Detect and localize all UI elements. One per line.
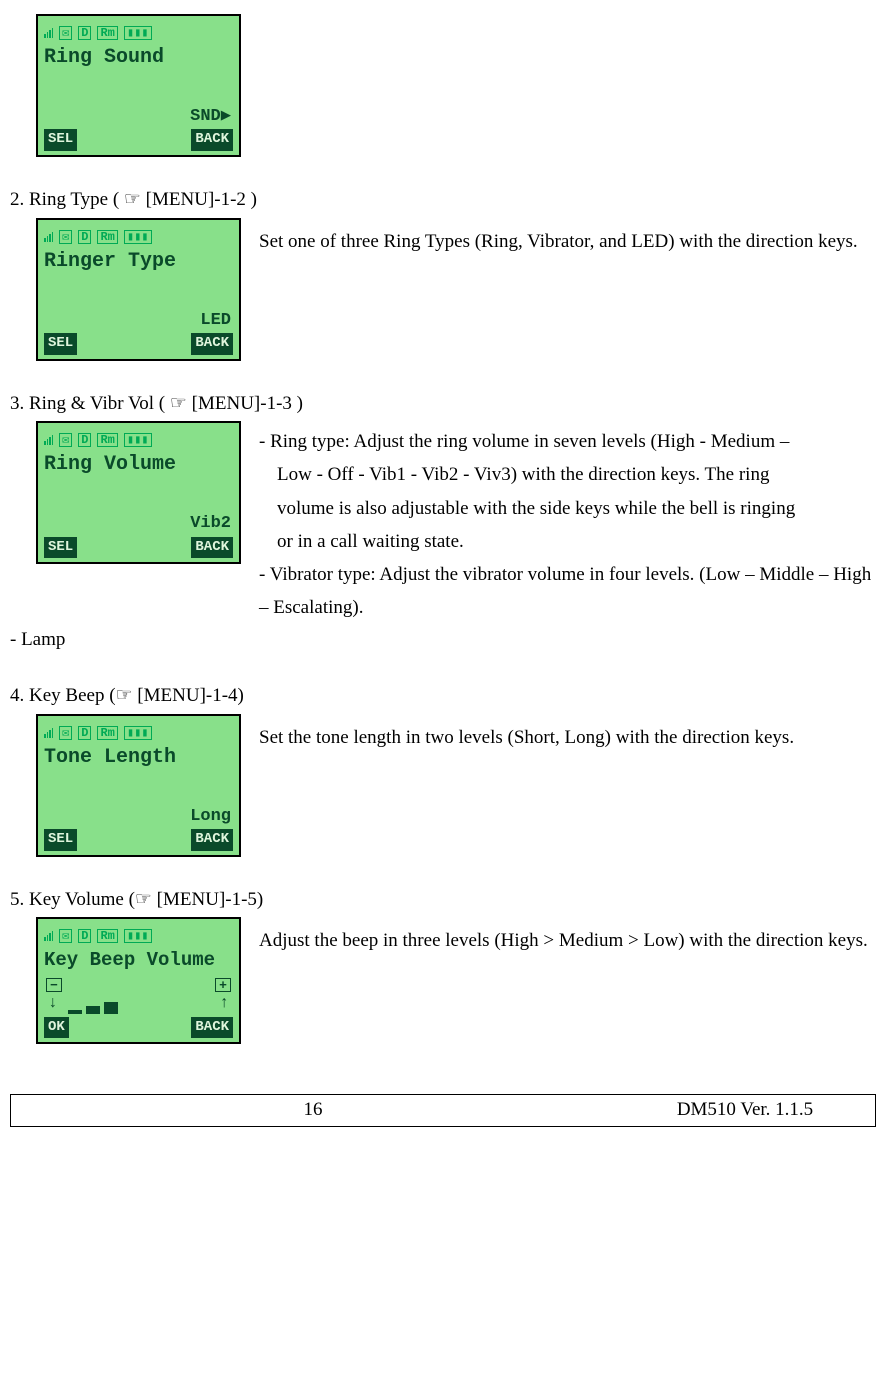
down-arrow-icon: ↓ xyxy=(48,992,58,1014)
lcd-title: Ringer Type xyxy=(44,248,233,276)
mail-icon: ✉ xyxy=(59,726,72,740)
rm-icon: Rm xyxy=(97,433,117,447)
minus-icon: − xyxy=(46,978,62,992)
volume-slider-row: − + xyxy=(44,978,233,992)
rm-icon: Rm xyxy=(97,726,117,740)
desc-line: Low - Off - Vib1 - Vib2 - Viv3) with the… xyxy=(259,458,876,491)
lcd-title: Ring Sound xyxy=(44,44,233,72)
lcd-right-btn: BACK xyxy=(191,829,233,851)
heading-ring-vibr-vol: 3. Ring & Vibr Vol ( ☞ [MENU]-1-3 ) xyxy=(10,391,876,418)
heading-ring-type: 2. Ring Type ( ☞ [MENU]-1-2 ) xyxy=(10,187,876,214)
lcd-value: Long xyxy=(190,805,231,829)
lcd-left-btn: SEL xyxy=(44,537,77,559)
heading-key-beep: 4. Key Beep (☞ [MENU]-1-4) xyxy=(10,683,876,710)
lcd-status-row: ✉ D Rm ▮▮▮ xyxy=(44,24,233,42)
lcd-left-btn: OK xyxy=(44,1017,69,1039)
desc-line: volume is also adjustable with the side … xyxy=(259,492,876,525)
lcd-key-beep-volume: ✉ D Rm ▮▮▮ Key Beep Volume − + ↓ ↑ OK BA… xyxy=(36,917,241,1044)
battery-icon: ▮▮▮ xyxy=(124,726,152,740)
signal-icon xyxy=(44,435,53,445)
volume-bars xyxy=(68,1002,210,1014)
lcd-ringer-type: ✉ D Rm ▮▮▮ Ringer Type LED SEL BACK xyxy=(36,218,241,361)
signal-icon xyxy=(44,931,53,941)
lcd-ring-volume: ✉ D Rm ▮▮▮ Ring Volume Vib2 SEL BACK xyxy=(36,421,241,564)
lcd-value: Vib2 xyxy=(190,512,231,536)
lcd-status-row: ✉ D Rm ▮▮▮ xyxy=(44,927,233,945)
d-icon: D xyxy=(78,929,91,943)
battery-icon: ▮▮▮ xyxy=(124,230,152,244)
key-beep-description: Set the tone length in two levels (Short… xyxy=(259,714,876,758)
signal-icon xyxy=(44,28,53,38)
signal-icon xyxy=(44,728,53,738)
rm-icon: Rm xyxy=(97,230,117,244)
lcd-status-row: ✉ D Rm ▮▮▮ xyxy=(44,431,233,449)
page-footer: 16 DM510 Ver. 1.1.5 xyxy=(10,1094,876,1127)
mail-icon: ✉ xyxy=(59,230,72,244)
lcd-status-row: ✉ D Rm ▮▮▮ xyxy=(44,228,233,246)
ring-type-description: Set one of three Ring Types (Ring, Vibra… xyxy=(259,218,876,262)
lcd-title: Key Beep Volume xyxy=(44,947,233,974)
lcd-title: Ring Volume xyxy=(44,451,233,479)
lcd-value: SND▶ xyxy=(190,105,231,129)
mail-icon: ✉ xyxy=(59,26,72,40)
lcd-status-row: ✉ D Rm ▮▮▮ xyxy=(44,724,233,742)
doc-version: DM510 Ver. 1.1.5 xyxy=(615,1095,875,1126)
rm-icon: Rm xyxy=(97,26,117,40)
lcd-right-btn: BACK xyxy=(191,129,233,151)
mail-icon: ✉ xyxy=(59,929,72,943)
desc-line: - Ring type: Adjust the ring volume in s… xyxy=(259,431,789,452)
key-volume-description: Adjust the beep in three levels (High > … xyxy=(259,917,876,961)
lamp-text: - Lamp xyxy=(10,627,876,654)
d-icon: D xyxy=(78,726,91,740)
up-arrow-icon: ↑ xyxy=(219,992,229,1014)
lcd-left-btn: SEL xyxy=(44,129,77,151)
rm-icon: Rm xyxy=(97,929,117,943)
heading-key-volume: 5. Key Volume (☞ [MENU]-1-5) xyxy=(10,887,876,914)
d-icon: D xyxy=(78,230,91,244)
lcd-tone-length: ✉ D Rm ▮▮▮ Tone Length Long SEL BACK xyxy=(36,714,241,857)
lcd-ring-sound: ✉ D Rm ▮▮▮ Ring Sound SND▶ SEL BACK xyxy=(36,14,241,157)
lcd-right-btn: BACK xyxy=(191,333,233,355)
desc-line: or in a call waiting state. xyxy=(259,525,876,558)
battery-icon: ▮▮▮ xyxy=(124,433,152,447)
d-icon: D xyxy=(78,433,91,447)
lcd-right-btn: BACK xyxy=(191,1017,233,1039)
volume-bars-row: ↓ ↑ xyxy=(44,992,233,1014)
battery-icon: ▮▮▮ xyxy=(124,929,152,943)
desc-line: - Vibrator type: Adjust the vibrator vol… xyxy=(259,564,871,618)
signal-icon xyxy=(44,232,53,242)
d-icon: D xyxy=(78,26,91,40)
lcd-left-btn: SEL xyxy=(44,333,77,355)
lcd-title: Tone Length xyxy=(44,744,233,772)
lcd-right-btn: BACK xyxy=(191,537,233,559)
page-number: 16 xyxy=(11,1095,615,1126)
battery-icon: ▮▮▮ xyxy=(124,26,152,40)
lcd-value: LED xyxy=(200,309,231,333)
lcd-left-btn: SEL xyxy=(44,829,77,851)
plus-icon: + xyxy=(215,978,231,992)
ring-vibr-description: - Ring type: Adjust the ring volume in s… xyxy=(259,421,876,625)
mail-icon: ✉ xyxy=(59,433,72,447)
